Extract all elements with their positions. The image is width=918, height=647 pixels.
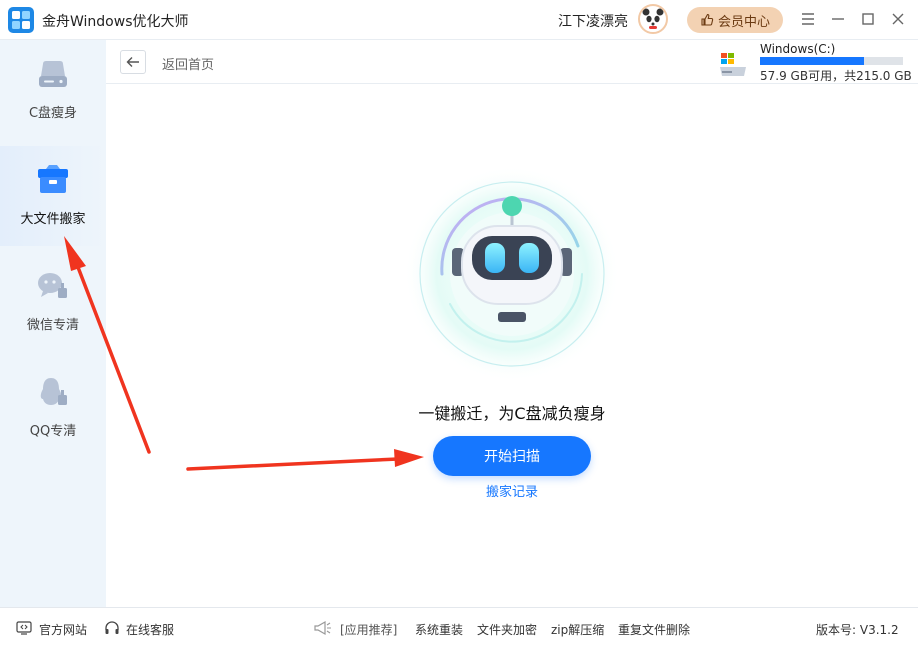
sidebar-item-label: 大文件搬家 [20, 212, 86, 227]
sidebar-item-c-disk-slim[interactable]: C盘瘦身 [0, 40, 106, 140]
disk-icon [39, 61, 67, 87]
sidebar-item-wechat-clean[interactable]: 微信专清 [0, 252, 106, 352]
move-history-link[interactable]: 搬家记录 [106, 481, 918, 500]
sidebar-item-label: C盘瘦身 [28, 106, 78, 121]
arrow-left-icon [126, 57, 139, 67]
drive-space-info: 57.9 GB可用，共215.0 GB [760, 69, 912, 83]
megaphone-icon [314, 620, 331, 636]
footer-link-zip-extract[interactable]: zip解压缩 [551, 621, 604, 638]
sub-header: 返回首页 Windows(C:) 57.9 GB可用，共215.0 GB [106, 40, 918, 84]
app-logo-icon [8, 7, 34, 33]
app-title: 金舟Windows优化大师 [42, 14, 189, 30]
drive-name: Windows(C:) [760, 42, 836, 56]
hamburger-menu-icon [802, 13, 814, 25]
sidebar-item-large-file-move[interactable]: 大文件搬家 [0, 146, 106, 246]
vip-center-button[interactable]: 会员中心 [687, 7, 783, 33]
official-website-link[interactable]: 官方网站 [39, 621, 87, 638]
robot-illustration [404, 166, 620, 382]
thumbs-up-icon [701, 13, 714, 26]
version-label: 版本号: V3.1.2 [816, 623, 899, 637]
menu-button[interactable] [797, 8, 819, 30]
footer-link-system-reinstall[interactable]: 系统重装 [415, 621, 463, 638]
sidebar-item-label: 微信专清 [26, 318, 79, 333]
footer-link-duplicate-delete[interactable]: 重复文件删除 [618, 621, 690, 638]
main-panel: 一键搬迁，为C盘减负瘦身 开始扫描 搬家记录 [106, 84, 918, 607]
sidebar: C盘瘦身 大文件搬家 微信专清 QQ专清 [0, 40, 106, 607]
back-button[interactable] [120, 50, 146, 74]
headset-icon [105, 621, 119, 634]
back-home-link[interactable]: 返回首页 [162, 54, 214, 73]
username[interactable]: 江下凌漂亮 [558, 11, 628, 31]
online-service-link[interactable]: 在线客服 [126, 621, 174, 638]
avatar[interactable] [638, 4, 668, 34]
start-scan-button[interactable]: 开始扫描 [433, 436, 591, 476]
minimize-icon [832, 18, 844, 20]
maximize-button[interactable] [857, 8, 879, 30]
app-recommend-label: [应用推荐] [340, 623, 398, 637]
qq-clean-icon [40, 378, 67, 405]
file-box-icon [38, 165, 68, 193]
close-icon [892, 13, 904, 25]
drive-usage-bar [760, 57, 903, 65]
sidebar-item-qq-clean[interactable]: QQ专清 [0, 358, 106, 458]
tagline: 一键搬迁，为C盘减负瘦身 [418, 404, 606, 423]
panda-avatar-icon [642, 8, 664, 30]
website-icon [16, 621, 32, 635]
wechat-clean-icon [38, 273, 67, 298]
minimize-button[interactable] [827, 8, 849, 30]
drive-usage-fill [760, 57, 865, 65]
title-bar: 金舟Windows优化大师 江下凌漂亮 会员中心 [0, 0, 918, 40]
close-button[interactable] [887, 8, 909, 30]
footer: 官方网站 在线客服 [应用推荐] 系统重装 文件夹加密 zip解压缩 重复文件删… [0, 607, 918, 647]
footer-link-folder-encrypt[interactable]: 文件夹加密 [477, 621, 537, 638]
windows-drive-icon [720, 53, 746, 76]
maximize-icon [862, 13, 874, 25]
sidebar-item-label: QQ专清 [29, 424, 77, 439]
vip-center-label: 会员中心 [717, 14, 770, 30]
